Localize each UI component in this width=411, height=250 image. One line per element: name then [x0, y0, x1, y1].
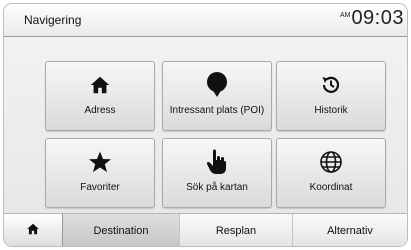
header-bar: Navigering AM 09:03 — [4, 4, 407, 37]
home-icon — [89, 72, 111, 98]
page-title: Navigering — [24, 13, 82, 27]
tab-home[interactable] — [4, 214, 63, 246]
star-icon — [88, 149, 112, 175]
tab-resplan[interactable]: Resplan — [180, 214, 293, 246]
tab-alternativ-label: Alternativ — [327, 224, 373, 237]
coordinate-label: Koordinat — [309, 182, 353, 193]
clock: AM 09:03 — [340, 7, 404, 30]
coordinate-button[interactable]: Koordinat — [276, 138, 386, 208]
search-on-map-label: Sök på kartan — [186, 182, 248, 193]
tab-destination-label: Destination — [93, 224, 149, 237]
tab-destination[interactable]: Destination — [63, 214, 180, 246]
search-on-map-button[interactable]: Sök på kartan — [162, 138, 272, 208]
tab-alternativ[interactable]: Alternativ — [293, 214, 407, 246]
favorites-button[interactable]: Favoriter — [45, 138, 155, 208]
map-pin-icon — [206, 72, 228, 98]
clock-time: 09:03 — [351, 7, 404, 29]
poi-button[interactable]: Intressant plats (POI) — [162, 61, 272, 131]
home-icon — [26, 222, 40, 239]
address-button[interactable]: Adress — [45, 61, 155, 131]
clock-ampm: AM — [339, 12, 351, 19]
address-label: Adress — [84, 105, 116, 116]
navigation-screen: Navigering AM 09:03 Adress Intressant pl… — [4, 4, 407, 246]
globe-icon — [319, 149, 343, 175]
history-button[interactable]: Historik — [276, 61, 386, 131]
tab-resplan-label: Resplan — [215, 224, 257, 237]
hand-pointer-icon — [206, 149, 228, 175]
favorites-label: Favoriter — [80, 182, 120, 193]
history-icon — [319, 72, 343, 98]
tab-bar: Destination Resplan Alternativ — [4, 213, 407, 246]
poi-label: Intressant plats (POI) — [169, 105, 265, 116]
history-label: Historik — [314, 105, 348, 116]
